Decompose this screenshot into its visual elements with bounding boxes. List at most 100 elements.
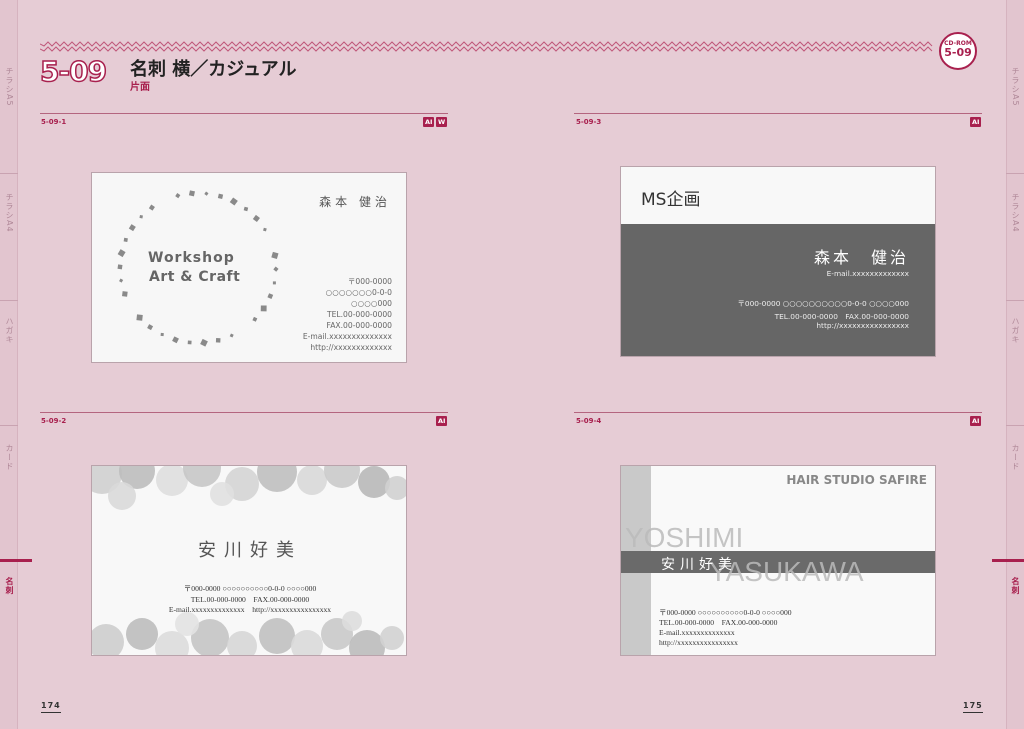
ring-square xyxy=(117,249,126,258)
decor-dot xyxy=(257,466,297,492)
page-number-left: 174 xyxy=(41,701,61,710)
tab-chirashi-a5-right[interactable]: チラシA5 xyxy=(1006,52,1024,122)
section-rule xyxy=(40,412,448,413)
decor-dot xyxy=(210,482,234,506)
tab-divider xyxy=(1006,425,1024,426)
ring-square xyxy=(273,266,279,272)
decor-dot xyxy=(126,618,158,650)
business-card-5-09-4[interactable]: HAIR STUDIO SAFIRE YOSHIMI YASUKAWA 安川好美… xyxy=(620,465,936,656)
info-tel: TEL.00-000-0000 xyxy=(326,310,392,319)
chapter-number: 5-09 xyxy=(39,54,108,89)
card-name: 安川好美 xyxy=(661,557,737,573)
active-tab-marker xyxy=(992,559,1024,562)
ring-square xyxy=(160,332,164,337)
item-code: 5-09-4 xyxy=(576,417,602,425)
info-http: http://xxxxxxxxxxxxxxxx xyxy=(659,638,738,647)
ring-square xyxy=(243,206,249,212)
tab-divider xyxy=(1006,173,1024,174)
tab-divider xyxy=(0,300,18,301)
card-name: 安川好美 xyxy=(198,540,302,561)
active-tab-marker xyxy=(0,559,32,562)
card-dark-band: 森本 健治 E-mail.xxxxxxxxxxxxx 〒000-0000 ○○○… xyxy=(621,224,935,356)
tab-chirashi-a4-left[interactable]: チラシA4 xyxy=(0,178,18,248)
decor-dot xyxy=(183,466,221,487)
decor-dot xyxy=(324,466,360,488)
format-badge-ai: AI xyxy=(436,416,448,426)
tab-card-right[interactable]: カード xyxy=(1006,432,1024,482)
decor-dot xyxy=(380,626,404,650)
tab-divider xyxy=(1006,300,1024,301)
card-name: 森本 健治 xyxy=(813,248,909,267)
ring-square xyxy=(136,314,143,321)
tab-chirashi-a4-right[interactable]: チラシA4 xyxy=(1006,178,1024,248)
ring-square xyxy=(188,190,195,197)
card-company: MS企画 xyxy=(641,190,701,210)
section-rule xyxy=(40,113,448,114)
item-code: 5-09-3 xyxy=(576,118,602,126)
decor-dot xyxy=(227,631,257,655)
decor-dot xyxy=(297,466,327,495)
section-rule xyxy=(574,113,982,114)
card-email: E-mail.xxxxxxxxxxxxx xyxy=(826,269,909,278)
folio-underline xyxy=(41,712,61,713)
format-badge-ai: AI xyxy=(423,117,435,127)
tab-chirashi-a5-left[interactable]: チラシA5 xyxy=(0,52,18,122)
logo-line-1: Workshop xyxy=(148,250,235,266)
info-postal: 〒000-0000 xyxy=(347,277,392,286)
ring-square xyxy=(175,193,181,199)
format-badge-ai: AI xyxy=(970,117,982,127)
card-address: 〒000-0000 ○○○○○○○○○○0-0-0 ○○○○000 xyxy=(737,299,909,308)
decor-dot xyxy=(108,482,136,510)
card-http: http://xxxxxxxxxxxxxxxx xyxy=(816,321,909,330)
page-title: 名刺 横／カジュアル xyxy=(130,59,297,80)
info-email: E-mail.xxxxxxxxxxxxxx xyxy=(302,332,392,341)
folio-underline xyxy=(963,712,983,713)
ring-square xyxy=(272,281,276,285)
decor-dot xyxy=(291,630,323,655)
info-http: http://xxxxxxxxxxxxx xyxy=(310,343,392,352)
card-info: 〒000-0000 ○○○○○○○○○○0-0-0 ○○○○000 TEL.00… xyxy=(659,608,792,648)
info-fax: FAX.00-000-0000 xyxy=(326,321,392,330)
tab-meishi-right[interactable]: 名刺 xyxy=(1006,566,1024,606)
item-code: 5-09-1 xyxy=(41,118,67,126)
catalog-spread: チラシA5 チラシA4 ハガキ カード 名刺 チラシA5 チラシA4 ハガキ カ… xyxy=(0,0,1024,729)
decor-dot xyxy=(175,612,199,636)
page-subtitle: 片面 xyxy=(130,82,150,93)
ring-square xyxy=(267,293,274,299)
business-card-5-09-3[interactable]: MS企画 森本 健治 E-mail.xxxxxxxxxxxxx 〒000-000… xyxy=(620,166,936,357)
info-email: E-mail.xxxxxxxxxxxxxx xyxy=(659,628,735,637)
decor-dot xyxy=(349,630,385,655)
ring-square xyxy=(229,333,234,338)
ring-square xyxy=(119,278,124,283)
ring-square xyxy=(128,224,136,232)
item-code: 5-09-2 xyxy=(41,417,67,425)
tab-hagaki-right[interactable]: ハガキ xyxy=(1006,305,1024,355)
tab-hagaki-left[interactable]: ハガキ xyxy=(0,305,18,355)
tab-meishi-left[interactable]: 名刺 xyxy=(0,566,18,606)
ring-square xyxy=(172,336,179,344)
ring-square xyxy=(271,251,279,259)
card-studio: HAIR STUDIO SAFIRE xyxy=(786,473,927,487)
ring-square xyxy=(187,340,192,345)
format-badge-ai: AI xyxy=(970,416,982,426)
decor-dot xyxy=(358,466,390,498)
ring-square xyxy=(122,291,128,297)
cd-badge-number: 5-09 xyxy=(944,46,972,59)
ring-square xyxy=(204,191,209,196)
info-address: 〒000-0000 ○○○○○○○○○○0-0-0 ○○○○000 xyxy=(659,608,792,617)
ring-square xyxy=(200,338,208,347)
card-name: 森本 健治 xyxy=(319,195,391,209)
business-card-5-09-2[interactable]: 安川好美 〒000-0000 ○○○○○○○○○○0-0-0 ○○○○000 T… xyxy=(91,465,407,656)
ring-square xyxy=(229,197,238,206)
tab-card-left[interactable]: カード xyxy=(0,432,18,482)
card-address: 〒000-0000 ○○○○○○○○○○0-0-0 ○○○○000 xyxy=(183,584,317,593)
business-card-5-09-1[interactable]: Workshop Art & Craft 森本 健治 〒000-0000 ○○○… xyxy=(91,172,407,363)
ring-square xyxy=(217,193,224,199)
ring-square xyxy=(252,214,260,223)
tab-divider xyxy=(0,173,18,174)
page-number-right: 175 xyxy=(963,701,983,710)
card-roman-first: YOSHIMI xyxy=(625,522,744,553)
decor-dot xyxy=(259,618,295,654)
ring-square xyxy=(263,227,267,232)
info-address-2: ○○○○000 xyxy=(351,299,392,308)
